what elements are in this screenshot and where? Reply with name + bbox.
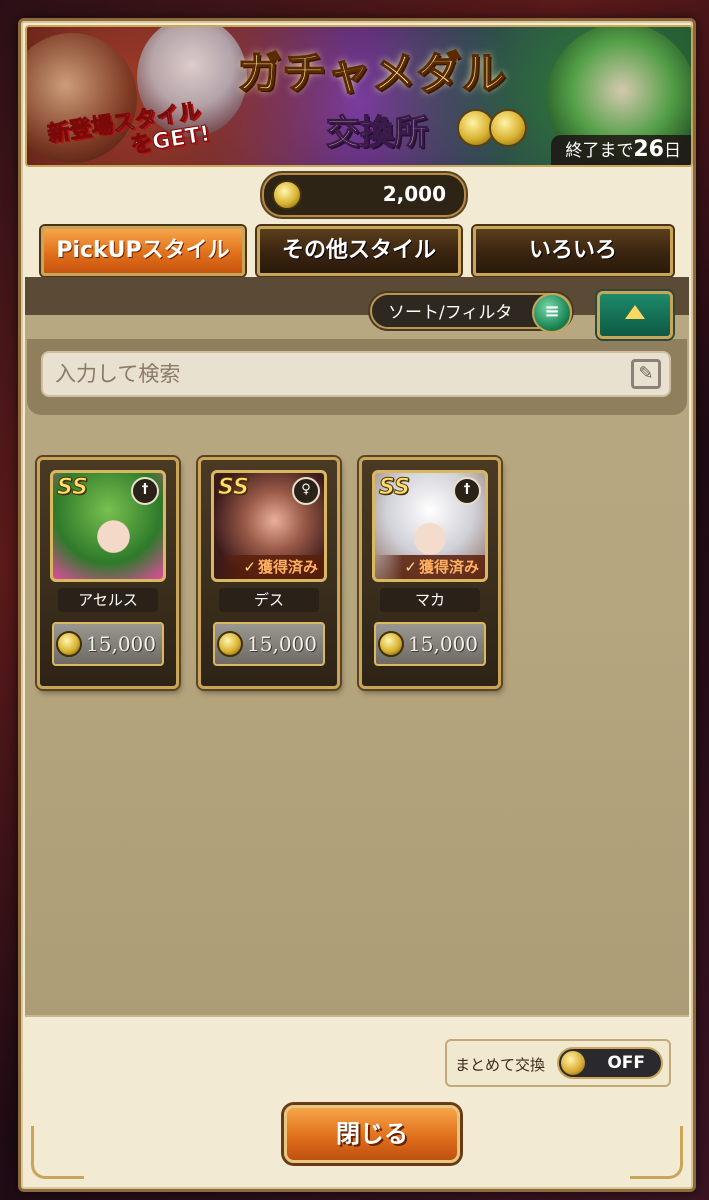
staff-icon: ♀ xyxy=(292,477,320,505)
banner-subtitle: 交換所 xyxy=(325,112,428,153)
edit-icon[interactable]: ✎ xyxy=(631,359,661,389)
cost-label: 15,000 xyxy=(213,622,325,666)
character-portrait: SS † ✓ 獲得済み xyxy=(372,470,488,582)
toggle-knob xyxy=(561,1051,585,1075)
corner-ornament xyxy=(31,1126,84,1179)
medal-coin-icon xyxy=(378,631,404,657)
tab-misc[interactable]: いろいろ xyxy=(473,226,673,276)
search-placeholder: 入力して検索 xyxy=(55,362,181,386)
grade-badge: SS xyxy=(379,475,411,501)
cost-value: 15,000 xyxy=(408,632,478,656)
character-name: アセルス xyxy=(58,588,158,612)
check-icon: ✓ xyxy=(404,558,417,576)
style-card[interactable]: SS † ✓ 獲得済み マカ 15,000 xyxy=(359,457,501,689)
period-suffix: 日 xyxy=(664,141,681,161)
triangle-up-icon xyxy=(625,305,645,319)
event-banner[interactable]: ガチャメダル 交換所 新登場スタイル をGET! 終了まで26日 xyxy=(25,25,693,167)
character-portrait: SS † xyxy=(50,470,166,582)
bulk-exchange-toggle[interactable]: OFF xyxy=(557,1047,663,1079)
exchange-window: ガチャメダル 交換所 新登場スタイル をGET! 終了まで26日 2,000 P… xyxy=(18,18,696,1192)
bulk-exchange-control: まとめて交換 OFF xyxy=(445,1039,671,1087)
style-card[interactable]: SS ♀ ✓ 獲得済み デス 15,000 xyxy=(198,457,340,689)
sword-icon: † xyxy=(131,477,159,505)
close-button[interactable]: 閉じる xyxy=(284,1105,460,1163)
period-prefix: 終了まで xyxy=(565,141,634,161)
owned-label: 獲得済み xyxy=(257,558,318,576)
medal-icon xyxy=(489,109,527,147)
medal-coin-icon xyxy=(272,180,302,210)
character-portrait: SS ♀ ✓ 獲得済み xyxy=(211,470,327,582)
bulk-exchange-label: まとめて交換 xyxy=(455,1056,546,1074)
medal-coin-icon xyxy=(56,631,82,657)
sort-filter-button[interactable]: ソート/フィルタ ≡ xyxy=(370,293,572,333)
style-card[interactable]: SS † アセルス 15,000 xyxy=(37,457,179,689)
sword-icon: † xyxy=(453,477,481,505)
cost-value: 15,000 xyxy=(86,632,156,656)
medal-balance-amount: 2,000 xyxy=(382,182,446,206)
cost-label: 15,000 xyxy=(374,622,486,666)
medal-coin-icon xyxy=(217,631,243,657)
search-input[interactable]: 入力して検索 ✎ xyxy=(41,351,671,397)
toggle-state: OFF xyxy=(607,1053,645,1073)
character-name: デス xyxy=(219,588,319,612)
corner-ornament xyxy=(630,1126,683,1179)
event-period-badge: 終了まで26日 xyxy=(551,135,691,165)
list-icon: ≡ xyxy=(532,293,572,333)
sort-filter-label: ソート/フィルタ xyxy=(388,303,513,323)
character-name: マカ xyxy=(380,588,480,612)
cost-label: 15,000 xyxy=(52,622,164,666)
owned-badge: ✓ 獲得済み xyxy=(375,555,485,579)
check-icon: ✓ xyxy=(243,558,256,576)
grade-badge: SS xyxy=(218,475,250,501)
period-days: 26 xyxy=(633,137,664,162)
tab-other-style[interactable]: その他スタイル xyxy=(257,226,461,276)
owned-badge: ✓ 獲得済み xyxy=(214,555,324,579)
toolbar-strip xyxy=(25,277,689,315)
medal-balance: 2,000 xyxy=(262,173,466,217)
cost-value: 15,000 xyxy=(247,632,317,656)
tab-pickup-style[interactable]: PickUPスタイル xyxy=(41,226,245,276)
collapse-button[interactable] xyxy=(597,291,673,339)
banner-title: ガチャメダル xyxy=(236,47,507,100)
owned-label: 獲得済み xyxy=(418,558,479,576)
grade-badge: SS xyxy=(57,475,89,501)
